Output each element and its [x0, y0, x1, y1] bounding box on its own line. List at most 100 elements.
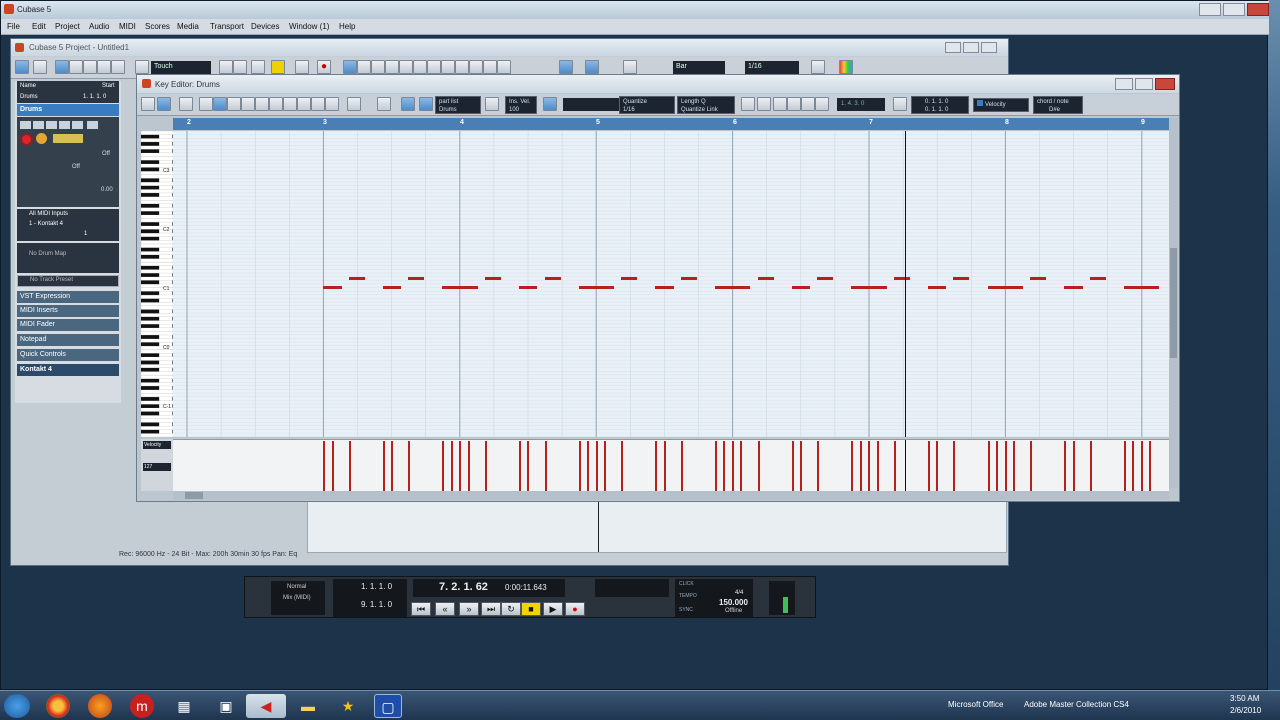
black-key[interactable] [140, 265, 160, 270]
part-list-select[interactable]: part list Drums [435, 96, 481, 114]
black-key[interactable] [140, 404, 160, 409]
trim-tool-icon[interactable] [241, 97, 255, 111]
velocity-bar[interactable] [953, 441, 956, 491]
rewind-button[interactable]: « [435, 602, 455, 616]
white-key[interactable] [140, 181, 174, 186]
velocity-bar[interactable] [459, 441, 462, 491]
velocity-bar[interactable] [604, 441, 607, 491]
active-app-icon[interactable]: ▢ [374, 694, 402, 718]
velocity-bar[interactable] [1004, 441, 1007, 491]
move-down-icon[interactable] [787, 97, 801, 111]
note-display[interactable] [173, 131, 1169, 437]
cycle-icon[interactable] [251, 60, 265, 74]
auto-scroll-icon[interactable] [347, 97, 361, 111]
lane-display-button[interactable] [53, 134, 83, 143]
minimize-button[interactable] [1115, 78, 1133, 90]
midi-note[interactable] [1149, 286, 1160, 289]
black-key[interactable] [140, 334, 160, 339]
right-locator[interactable]: 9. 1. 1. 0 [361, 600, 392, 609]
line-tool-icon[interactable] [311, 97, 325, 111]
velocity-bar[interactable] [621, 441, 624, 491]
black-key[interactable] [140, 178, 160, 183]
midi-note[interactable] [1089, 277, 1106, 280]
insert-velocity-icon[interactable] [485, 97, 499, 111]
chrome-icon[interactable] [46, 694, 70, 718]
velocity-bar[interactable] [868, 441, 871, 491]
black-key[interactable] [140, 367, 160, 372]
start-button-icon[interactable] [4, 694, 30, 718]
edit-active-part-icon[interactable] [419, 97, 433, 111]
velocity-lane-select[interactable]: Velocity [143, 441, 171, 449]
white-key[interactable] [140, 130, 174, 135]
midi-note[interactable] [1013, 286, 1024, 289]
primary-time-display[interactable]: 7. 2. 1. 62 [439, 581, 488, 593]
velocity-bar[interactable] [791, 441, 794, 491]
maximize-button[interactable] [963, 42, 979, 53]
velocity-bar[interactable] [323, 441, 325, 491]
white-key[interactable] [140, 320, 174, 325]
black-key[interactable] [140, 422, 160, 427]
white-key[interactable] [140, 312, 174, 317]
velocity-bar[interactable] [587, 441, 590, 491]
running-man-icon[interactable]: ★ [334, 694, 362, 718]
erase-tool-icon[interactable] [227, 97, 241, 111]
split-tool-icon[interactable] [283, 97, 297, 111]
snap-toggle-icon[interactable] [559, 60, 573, 74]
velocity-bar[interactable] [987, 441, 990, 491]
split-tool-icon[interactable] [371, 60, 385, 74]
midi-note[interactable] [800, 286, 811, 289]
acoustic-feedback-icon[interactable] [157, 97, 171, 111]
erase-tool-icon[interactable] [399, 60, 413, 74]
tempo-value[interactable]: 150.000 [719, 598, 748, 607]
black-key[interactable] [140, 254, 160, 259]
maximize-button[interactable] [1223, 3, 1245, 16]
section-notepad[interactable]: Notepad [17, 334, 119, 346]
black-key[interactable] [140, 167, 160, 172]
velocity-bar[interactable] [731, 441, 734, 491]
white-key[interactable] [140, 276, 174, 281]
edit-button[interactable] [72, 121, 83, 129]
mute-button[interactable] [20, 121, 31, 129]
velocity-bar[interactable] [655, 441, 658, 491]
black-key[interactable] [140, 298, 160, 303]
automation-mode-icon[interactable] [135, 60, 149, 74]
midi-note[interactable] [893, 277, 910, 280]
automation-mode-select[interactable]: Touch [151, 61, 211, 74]
quantize-select[interactable]: 1/16 [745, 61, 799, 74]
white-key[interactable] [140, 305, 174, 310]
velocity-bar[interactable] [1030, 441, 1033, 491]
glue-tool-icon[interactable] [297, 97, 311, 111]
velocity-bar[interactable] [595, 441, 598, 491]
music-app-icon[interactable]: m [130, 694, 154, 718]
menu-scores[interactable]: Scores [145, 22, 170, 31]
section-quick-controls[interactable]: Quick Controls [17, 349, 119, 361]
white-key[interactable] [140, 356, 174, 361]
velocity-bar[interactable] [723, 441, 726, 491]
minimize-button[interactable] [1199, 3, 1221, 16]
black-key[interactable] [140, 316, 160, 321]
midi-note[interactable] [680, 277, 697, 280]
black-key[interactable] [140, 342, 160, 347]
white-key[interactable] [140, 269, 174, 274]
vertical-scroll-thumb[interactable] [1170, 248, 1177, 358]
white-key[interactable] [140, 338, 174, 343]
white-key[interactable] [140, 389, 174, 394]
section-instrument[interactable]: Kontakt 4 [17, 364, 119, 376]
velocity-bar[interactable] [817, 441, 820, 491]
move-left-icon[interactable] [801, 97, 815, 111]
toolbar-adobe[interactable]: Adobe Master Collection CS4 [1024, 700, 1129, 709]
white-key[interactable] [140, 393, 174, 398]
time-signature[interactable]: 4/4 [735, 590, 743, 596]
delay-value[interactable]: 0.00 [101, 187, 113, 193]
record-mode-select[interactable]: Normal [287, 584, 306, 590]
minimize-button[interactable] [945, 42, 961, 53]
white-key[interactable] [140, 189, 174, 194]
menu-project[interactable]: Project [55, 22, 80, 31]
insert-velocity-field[interactable]: Ins. Vel. 100 [505, 96, 537, 114]
white-key[interactable] [140, 207, 174, 212]
black-key[interactable] [140, 323, 160, 328]
menu-file[interactable]: File [7, 22, 20, 31]
color-menu-icon[interactable] [839, 60, 853, 74]
write-button[interactable] [59, 121, 70, 129]
velocity-bar[interactable] [714, 441, 717, 491]
